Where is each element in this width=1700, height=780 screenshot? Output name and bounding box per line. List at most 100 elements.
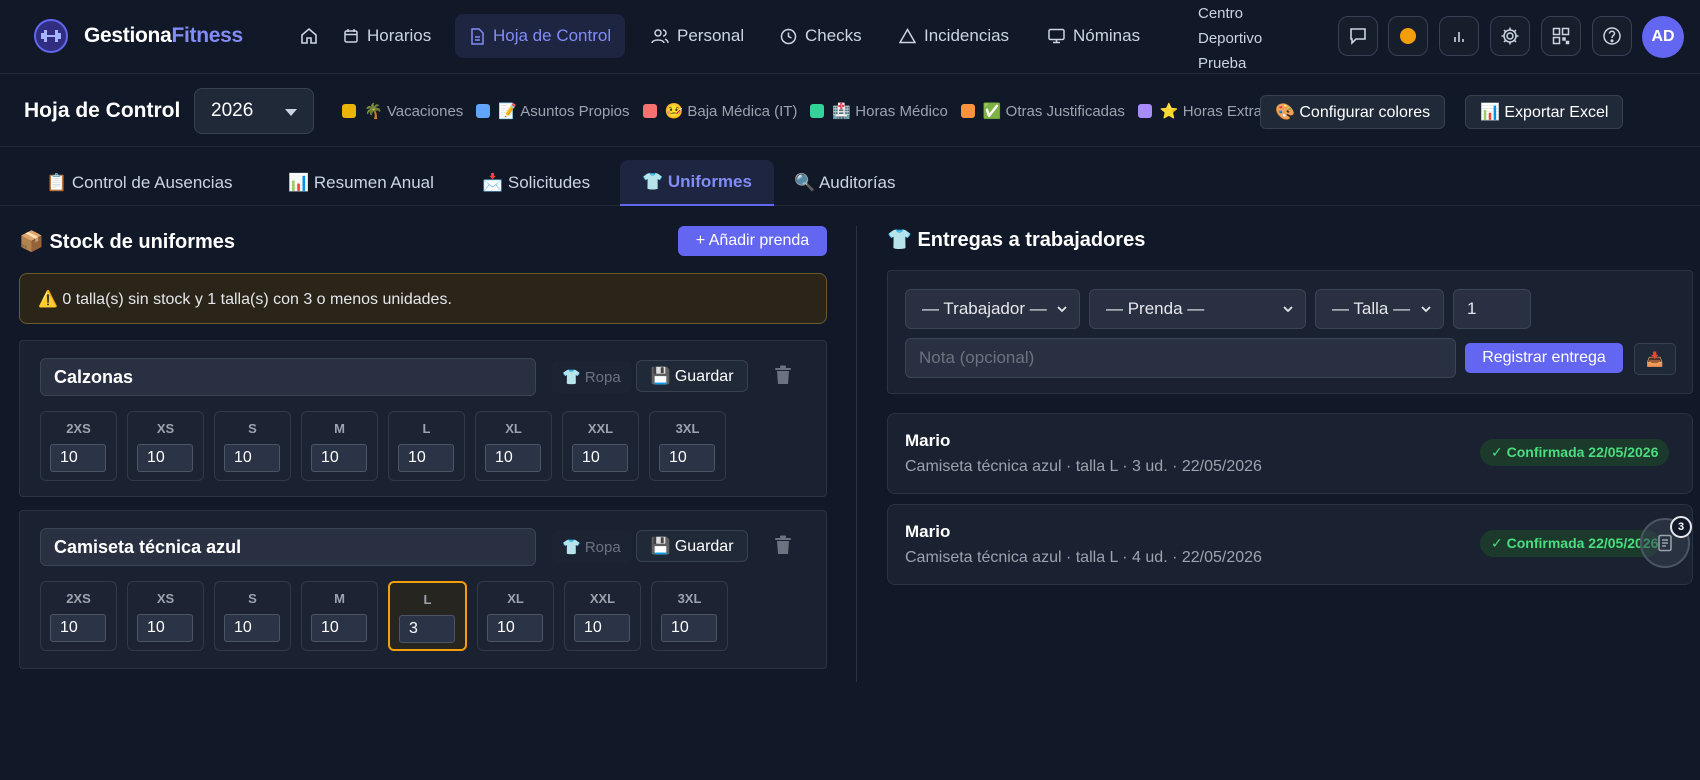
tab-control-ausencias[interactable]: 📋 Control de Ausencias bbox=[24, 160, 255, 206]
nav-personal[interactable]: Personal bbox=[637, 14, 758, 58]
size-label: 2XS bbox=[66, 591, 91, 606]
size-qty-input[interactable]: 10 bbox=[311, 614, 367, 642]
year-select[interactable]: 2026 bbox=[194, 88, 314, 134]
size-qty-input[interactable]: 10 bbox=[659, 444, 715, 472]
size-box-xs: XS 10 bbox=[127, 581, 204, 651]
category-badge: 👕 Ropa bbox=[552, 531, 631, 563]
register-delivery-button[interactable]: Registrar entrega bbox=[1465, 343, 1623, 373]
center-name: Centro Deportivo Prueba bbox=[1198, 5, 1263, 72]
worker-name: Mario bbox=[905, 431, 951, 450]
delivery-item: Mario Camiseta técnica azul · talla L · … bbox=[887, 504, 1693, 585]
nav-incidencias[interactable]: Incidencias bbox=[885, 14, 1023, 58]
size-label: XS bbox=[156, 421, 175, 436]
size-qty-input[interactable]: 10 bbox=[137, 444, 193, 472]
quantity-input[interactable]: 1 bbox=[1453, 289, 1531, 329]
nav-label: Nóminas bbox=[1073, 26, 1141, 45]
deliveries-title: 👕 Entregas a trabajadores bbox=[887, 229, 1146, 251]
legend-item: 📝 Asuntos Propios bbox=[476, 102, 630, 120]
delivery-item: Mario Camiseta técnica azul · talla L · … bbox=[887, 413, 1693, 494]
nav-nominas[interactable]: Nóminas bbox=[1034, 14, 1154, 58]
help-icon bbox=[1603, 27, 1621, 45]
garment-name-input[interactable]: Calzonas bbox=[40, 358, 536, 396]
brand-logo[interactable]: GestionaFitness bbox=[34, 19, 243, 53]
emoji-icon bbox=[1400, 28, 1416, 44]
size-label: S bbox=[248, 591, 257, 606]
tab-uniformes[interactable]: 👕 Uniformes bbox=[620, 160, 774, 206]
size-qty-input[interactable]: 10 bbox=[574, 614, 630, 642]
export-excel-button[interactable]: 📊 Exportar Excel bbox=[1465, 95, 1624, 129]
stats-button[interactable] bbox=[1439, 16, 1479, 56]
size-qty-input[interactable]: 10 bbox=[398, 444, 454, 472]
legend-swatch bbox=[342, 104, 356, 118]
status-badge: ✓ Confirmada 22/05/2026 bbox=[1480, 439, 1670, 466]
stock-warning: ⚠️ 0 talla(s) sin stock y 1 talla(s) con… bbox=[19, 273, 827, 324]
size-select[interactable]: — Talla — bbox=[1315, 289, 1444, 329]
tab-auditorias[interactable]: 🔍 Auditorías bbox=[772, 160, 918, 206]
legend-swatch bbox=[476, 104, 491, 118]
trash-icon[interactable] bbox=[774, 365, 794, 387]
clock-icon bbox=[780, 28, 797, 44]
garment-select[interactable]: — Prenda — bbox=[1089, 289, 1306, 329]
garment-name-input[interactable]: Camiseta técnica azul bbox=[40, 528, 536, 566]
status-badge: ✓ Confirmada 22/05/2026 bbox=[1480, 530, 1660, 557]
size-qty-input[interactable]: 10 bbox=[485, 444, 541, 472]
note-input[interactable]: Nota (opcional) bbox=[905, 338, 1456, 378]
size-label: 2XS bbox=[66, 421, 91, 436]
delivery-detail: Camiseta técnica azul · talla L · 4 ud. … bbox=[905, 549, 1262, 566]
size-qty-input[interactable]: 10 bbox=[137, 614, 193, 642]
chat-button[interactable] bbox=[1338, 16, 1378, 56]
settings-button[interactable] bbox=[1490, 16, 1530, 56]
nav-horarios[interactable]: Horarios bbox=[329, 14, 445, 58]
legend-item: 🏥 Horas Médico bbox=[810, 102, 948, 120]
help-button[interactable] bbox=[1592, 16, 1632, 56]
size-box-2xs: 2XS 10 bbox=[40, 581, 117, 651]
size-box-m: M 10 bbox=[301, 581, 378, 651]
delivery-detail: Camiseta técnica azul · talla L · 3 ud. … bbox=[905, 458, 1262, 475]
tab-bar: 📋 Control de Ausencias 📊 Resumen Anual 📩… bbox=[0, 148, 1700, 206]
size-box-l-low-stock: L3 bbox=[388, 581, 467, 651]
save-button[interactable]: 💾 Guardar bbox=[636, 360, 748, 392]
size-qty-input[interactable]: 10 bbox=[224, 444, 280, 472]
size-box-2xs: 2XS 10 bbox=[40, 411, 117, 481]
emoji-button[interactable] bbox=[1388, 16, 1428, 56]
size-qty-input[interactable]: 10 bbox=[572, 444, 628, 472]
tab-resumen-anual[interactable]: 📊 Resumen Anual bbox=[266, 160, 456, 206]
size-label: L bbox=[422, 421, 431, 436]
nav-label: Incidencias bbox=[924, 26, 1010, 45]
size-qty-input[interactable]: 10 bbox=[661, 614, 717, 642]
absence-legend: 🌴 Vacaciones 📝 Asuntos Propios 🤒 Baja Mé… bbox=[342, 102, 1275, 120]
size-label: M bbox=[334, 591, 345, 606]
stock-title: 📦 Stock de uniformes bbox=[19, 231, 236, 253]
size-qty-input[interactable]: 10 bbox=[487, 614, 543, 642]
add-garment-button[interactable]: + Añadir prenda bbox=[678, 226, 827, 256]
configure-colors-button[interactable]: 🎨 Configurar colores bbox=[1260, 95, 1446, 129]
monitor-icon bbox=[1048, 28, 1065, 44]
top-navbar: GestionaFitness Horarios Hoja de Control… bbox=[0, 0, 1700, 74]
size-box-xs: XS 10 bbox=[127, 411, 204, 481]
nav-hoja-de-control[interactable]: Hoja de Control bbox=[455, 14, 626, 58]
tab-solicitudes[interactable]: 📩 Solicitudes bbox=[460, 160, 612, 206]
trash-icon[interactable] bbox=[774, 535, 794, 557]
chevron-down-icon bbox=[285, 109, 297, 116]
size-label: S bbox=[248, 421, 257, 436]
save-button[interactable]: 💾 Guardar bbox=[636, 530, 748, 562]
size-qty-input[interactable]: 3 bbox=[399, 615, 455, 643]
size-label: XS bbox=[156, 591, 175, 606]
legend-item: 🌴 Vacaciones bbox=[342, 102, 463, 120]
worker-select[interactable]: — Trabajador — bbox=[905, 289, 1080, 329]
inbox-tray-button[interactable]: 📥 bbox=[1634, 343, 1676, 375]
bar-chart-icon bbox=[1454, 32, 1464, 42]
size-qty-input[interactable]: 10 bbox=[311, 444, 367, 472]
size-qty-input[interactable]: 10 bbox=[224, 614, 280, 642]
panel-divider bbox=[856, 226, 857, 682]
size-label: XL bbox=[505, 421, 522, 436]
nav-checks[interactable]: Checks bbox=[766, 14, 876, 58]
calendar-icon bbox=[344, 29, 358, 43]
users-icon bbox=[651, 29, 669, 44]
qr-button[interactable] bbox=[1541, 16, 1581, 56]
size-box-xxl: XXL 10 bbox=[562, 411, 639, 481]
gear-icon bbox=[1501, 27, 1519, 45]
size-qty-input[interactable]: 10 bbox=[50, 444, 106, 472]
avatar[interactable]: AD bbox=[1642, 16, 1684, 58]
size-qty-input[interactable]: 10 bbox=[50, 614, 106, 642]
